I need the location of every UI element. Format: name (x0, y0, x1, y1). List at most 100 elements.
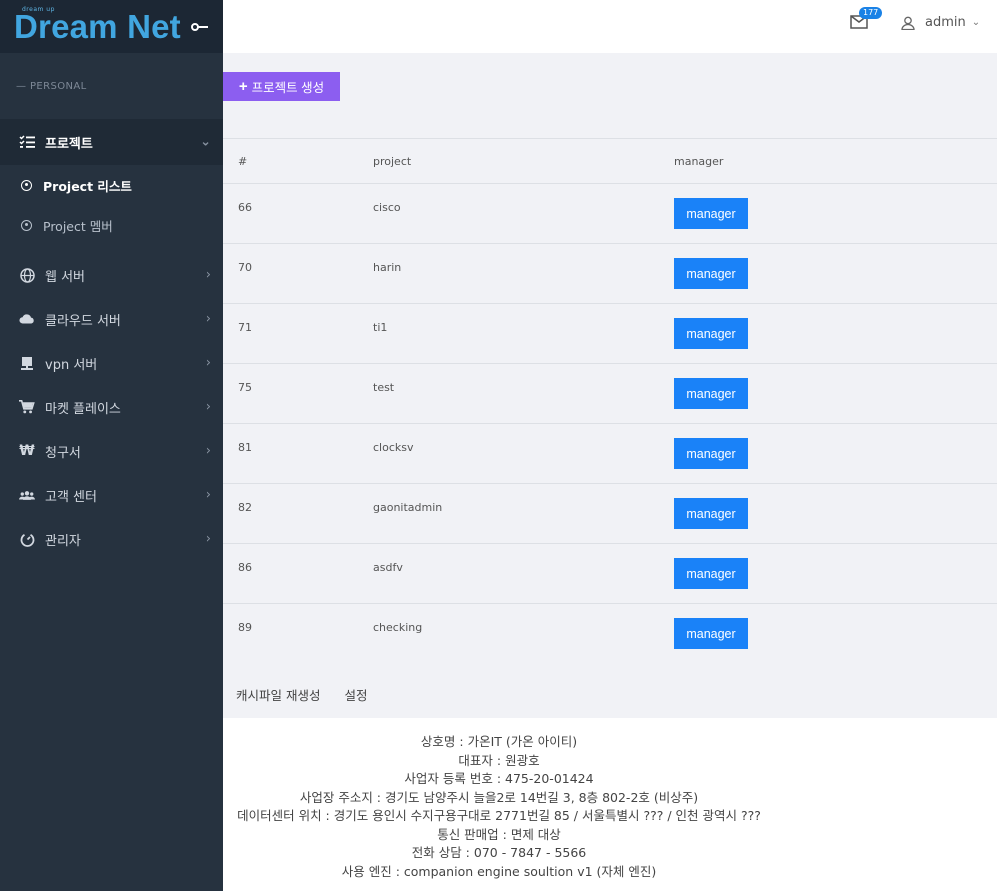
plus-icon: + (238, 78, 248, 95)
column-header-id: # (238, 155, 248, 168)
column-header-manager: manager (674, 155, 724, 168)
row-project-name: harin (373, 261, 402, 274)
sidebar-item-project[interactable]: 프로젝트 ⌄ (0, 119, 223, 165)
row-id: 86 (238, 561, 252, 574)
sidebar-item-invoice[interactable]: ₩ 청구서 › (0, 429, 223, 473)
chevron-right-icon: › (205, 443, 211, 459)
brand-logo[interactable]: dream up Dream Net (0, 0, 223, 53)
checklist-icon (19, 134, 35, 150)
user-menu[interactable]: admin ⌄ (901, 15, 980, 30)
chevron-down-icon: ⌄ (971, 17, 981, 28)
radio-dot-icon (21, 219, 32, 231)
manager-button[interactable]: manager (674, 318, 748, 349)
section-label-personal: — PERSONAL (16, 80, 87, 92)
sidebar-item-label: vpn 서버 (45, 357, 98, 373)
sidebar-item-web-server[interactable]: 웹 서버 › (0, 253, 223, 297)
manager-button[interactable]: manager (674, 618, 748, 649)
table-row: 66 cisco manager (223, 184, 997, 244)
sidebar-item-cloud-server[interactable]: 클라우드 서버 › (0, 297, 223, 341)
table-row: 71 ti1 manager (223, 304, 997, 364)
sidebar-item-label: 웹 서버 (45, 269, 86, 285)
sidebar-item-marketplace[interactable]: 마켓 플레이스 › (0, 385, 223, 429)
sidebar-item-admin[interactable]: 관리자 › (0, 517, 223, 561)
sidebar-item-label: 클라우드 서버 (45, 313, 121, 329)
sidebar-item-label: 프로젝트 (45, 136, 93, 152)
row-project-name: clocksv (373, 441, 414, 454)
user-name: admin (925, 15, 966, 30)
project-table: # project manager 66 cisco manager 70 ha… (223, 138, 997, 664)
chevron-down-icon: ⌄ (200, 134, 211, 150)
chevron-right-icon: › (205, 355, 211, 371)
settings-link[interactable]: 설정 (344, 685, 367, 704)
footer-line: 전화 상담 : 070 - 7847 - 5566 (411, 845, 587, 860)
brand-tagline: dream up (22, 6, 55, 13)
radio-dot-icon (21, 179, 32, 191)
table-header: # project manager (223, 138, 997, 184)
sidebar-subitem-project-list[interactable]: Project 리스트 (0, 165, 223, 205)
mail-count-badge: 177 (859, 7, 883, 19)
sidebar-subitem-project-member[interactable]: Project 멤버 (0, 205, 223, 245)
chevron-right-icon: › (205, 267, 211, 283)
row-project-name: gaonitadmin (373, 501, 443, 514)
table-row: 75 test manager (223, 364, 997, 424)
manager-button[interactable]: manager (674, 378, 748, 409)
cart-icon (19, 399, 35, 415)
row-project-name: cisco (373, 201, 401, 214)
manager-button[interactable]: manager (674, 558, 748, 589)
row-id: 75 (238, 381, 252, 394)
row-id: 70 (238, 261, 252, 274)
footer-line: 통신 판매업 : 면제 대상 (437, 826, 561, 842)
table-row: 70 harin manager (223, 244, 997, 304)
footer-line: 사업장 주소지 : 경기도 남양주시 늘을2로 14번길 3, 8층 802-2… (299, 789, 699, 805)
footer-line: 사업자 등록 번호 : 475-20-01424 (404, 771, 594, 786)
row-id: 82 (238, 501, 252, 514)
table-row: 86 asdfv manager (223, 544, 997, 604)
table-row: 89 checking manager (223, 604, 997, 664)
top-header: 177 admin ⌄ (223, 0, 997, 53)
power-gauge-icon (19, 531, 35, 547)
globe-icon (19, 267, 35, 283)
chevron-right-icon: › (205, 487, 211, 503)
row-id: 89 (238, 621, 252, 634)
row-project-name: asdfv (373, 561, 403, 574)
brand-name: Dream Net (14, 7, 181, 45)
sidebar-subitem-label: Project 멤버 (43, 218, 113, 234)
row-id: 81 (238, 441, 252, 454)
chevron-right-icon: › (205, 399, 211, 415)
manager-button[interactable]: manager (674, 258, 748, 289)
regenerate-cache-link[interactable]: 캐시파일 재생성 (236, 685, 320, 704)
sidebar: dream up Dream Net — PERSONAL 프로젝트 ⌄ Pro… (0, 0, 223, 891)
row-project-name: ti1 (373, 321, 388, 334)
users-icon (19, 487, 35, 503)
footer-line: 대표자 : 원광호 (458, 752, 540, 768)
row-project-name: checking (373, 621, 423, 634)
manager-button[interactable]: manager (674, 438, 748, 469)
manager-button[interactable]: manager (674, 498, 748, 529)
create-project-label: 프로젝트 생성 (251, 81, 325, 95)
sidebar-item-label: 관리자 (45, 533, 81, 549)
company-footer: 상호명 : 가온IT (가온 아이티) 대표자 : 원광호 사업자 등록 번호 … (223, 718, 997, 891)
row-id: 71 (238, 321, 252, 334)
row-id: 66 (238, 201, 252, 214)
user-icon (901, 16, 915, 30)
table-row: 81 clocksv manager (223, 424, 997, 484)
footer-line: 데이터센터 위치 : 경기도 용인시 수지구용구대로 2771번길 85 / 서… (237, 808, 761, 823)
sidebar-item-label: 고객 센터 (45, 489, 97, 505)
monitor-icon (19, 355, 35, 371)
won-currency-icon: ₩ (19, 443, 35, 459)
footer-line: 사용 엔진 : companion engine soultion v1 (자체… (341, 863, 657, 879)
row-project-name: test (373, 381, 395, 394)
cloud-icon (19, 311, 35, 327)
column-header-project: project (373, 155, 412, 168)
manager-button[interactable]: manager (674, 198, 748, 229)
key-icon[interactable] (190, 17, 209, 36)
chevron-right-icon: › (205, 531, 211, 547)
sidebar-item-vpn-server[interactable]: vpn 서버 › (0, 341, 223, 385)
bottom-links: 캐시파일 재생성 설정 (236, 685, 368, 704)
footer-line: 상호명 : 가온IT (가온 아이티) (420, 734, 578, 749)
sidebar-item-customer-center[interactable]: 고객 센터 › (0, 473, 223, 517)
chevron-right-icon: › (205, 311, 211, 327)
sidebar-item-label: 청구서 (45, 445, 81, 461)
table-row: 82 gaonitadmin manager (223, 484, 997, 544)
create-project-button[interactable]: + 프로젝트 생성 (223, 72, 340, 101)
